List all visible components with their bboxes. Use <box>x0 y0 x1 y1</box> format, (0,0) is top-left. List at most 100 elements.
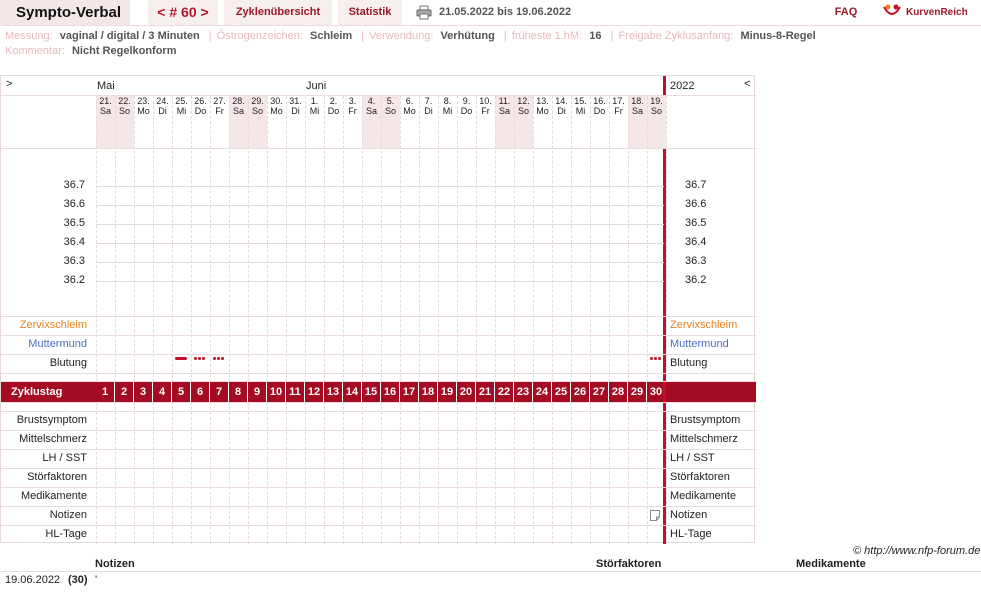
day-header[interactable]: 25. Mi <box>172 96 191 116</box>
row-label-right: Störfaktoren <box>670 471 730 483</box>
day-header[interactable]: 12. So <box>514 96 533 116</box>
note-icon[interactable] <box>650 510 660 521</box>
day-number: 31. <box>289 96 302 106</box>
day-header[interactable]: 30. Mo <box>267 96 286 116</box>
kommentar-value: Nicht Regelkonform <box>71 45 177 57</box>
day-header[interactable]: 15. Mi <box>571 96 590 116</box>
bleeding-dot-marker <box>221 357 224 360</box>
temperature-gridline <box>96 205 664 206</box>
temperature-label: 36.3 <box>685 255 707 267</box>
day-header[interactable]: 13. Mo <box>533 96 552 116</box>
chart-nav-left[interactable]: > <box>6 78 12 90</box>
freigabe-value: Minus-8-Regel <box>740 30 816 42</box>
month-label: Juni <box>306 80 327 92</box>
weekday: Sa <box>631 106 643 116</box>
grid-column <box>172 96 173 382</box>
row-divider <box>1 354 756 355</box>
weekday: So <box>517 106 529 116</box>
grid-column <box>172 402 173 544</box>
day-header[interactable]: 23. Mo <box>134 96 153 116</box>
row-label-left: Muttermund <box>28 338 87 350</box>
tab-cycle-overview[interactable]: Zyklenübersicht <box>224 0 332 25</box>
day-header[interactable]: 1. Mi <box>305 96 324 116</box>
tab-statistics[interactable]: Statistik <box>338 0 402 25</box>
cycle-day-number: 1 <box>96 382 115 402</box>
grid-column <box>400 96 401 382</box>
day-header[interactable]: 7. Di <box>419 96 438 116</box>
day-header[interactable]: 3. Fr <box>343 96 362 116</box>
grid-column <box>153 96 154 382</box>
temperature-label: 36.5 <box>685 217 707 229</box>
separator: | <box>503 30 507 42</box>
chart-nav-right[interactable]: < <box>744 78 750 90</box>
day-header[interactable]: 18. Sa <box>628 96 647 116</box>
footer-divider <box>0 571 981 572</box>
footer-row-date: 19.06.2022 <box>5 574 61 586</box>
day-header[interactable]: 31. Di <box>286 96 305 116</box>
day-header[interactable]: 22. So <box>115 96 134 116</box>
faq-link[interactable]: FAQ <box>826 0 866 25</box>
day-header[interactable]: 28. Sa <box>229 96 248 116</box>
info-line-1: Messung: vaginal / digital / 3 Minuten |… <box>5 30 820 42</box>
grid-column <box>628 402 629 544</box>
temperature-gridline <box>96 243 664 244</box>
grid-column <box>324 96 325 382</box>
grid-column <box>286 96 287 382</box>
day-header[interactable]: 5. So <box>381 96 400 116</box>
weekday: Fr <box>481 106 490 116</box>
day-header[interactable]: 14. Di <box>552 96 571 116</box>
cycle-day-number: 22 <box>495 382 514 402</box>
day-number: 25. <box>175 96 188 106</box>
cycle-navigation[interactable]: < # 60 > <box>148 0 218 25</box>
day-number: 11. <box>498 96 511 106</box>
cycle-day-number: 14 <box>343 382 362 402</box>
day-number: 7. <box>424 96 433 106</box>
grid-column <box>666 402 667 544</box>
freigabe-label: Freigabe Zyklusanfang: <box>618 30 734 42</box>
cycle-day-number: 17 <box>400 382 419 402</box>
bleeding-dot-marker <box>658 357 661 360</box>
day-header[interactable]: 21. Sa <box>96 96 115 116</box>
day-number: 18. <box>631 96 644 106</box>
cycle-day-number: 15 <box>362 382 381 402</box>
day-header[interactable]: 8. Mi <box>438 96 457 116</box>
day-header[interactable]: 24. Di <box>153 96 172 116</box>
grid-column <box>115 402 116 544</box>
day-number: 17. <box>612 96 625 106</box>
day-header[interactable]: 10. Fr <box>476 96 495 116</box>
footer-col-notes: Notizen <box>95 558 135 570</box>
weekday: So <box>118 106 130 116</box>
day-header[interactable]: 19. So <box>647 96 666 116</box>
weekday: So <box>650 106 662 116</box>
day-header[interactable]: 26. Do <box>191 96 210 116</box>
weekday: Mo <box>270 106 283 116</box>
cycle-day-number: 23 <box>514 382 533 402</box>
weekday: Sa <box>232 106 244 116</box>
day-header[interactable]: 29. So <box>248 96 267 116</box>
row-divider <box>1 468 756 469</box>
temperature-gridline <box>96 224 664 225</box>
messung-label: Messung: <box>5 30 53 42</box>
day-header[interactable]: 11. Sa <box>495 96 514 116</box>
temperature-gridline <box>96 186 664 187</box>
temperature-label: 36.5 <box>63 217 85 229</box>
day-number: 6. <box>405 96 414 106</box>
temperature-label: 36.3 <box>63 255 85 267</box>
grid-column <box>628 96 629 382</box>
day-header[interactable]: 16. Do <box>590 96 609 116</box>
day-header[interactable]: 27. Fr <box>210 96 229 116</box>
day-header[interactable]: 9. Do <box>457 96 476 116</box>
temperature-gridline <box>96 281 664 282</box>
verwendung-value: Verhütung <box>440 30 495 42</box>
day-number: 14. <box>555 96 568 106</box>
day-header[interactable]: 4. Sa <box>362 96 381 116</box>
temperature-label: 36.2 <box>685 274 707 286</box>
weekday: Fr <box>614 106 623 116</box>
day-header[interactable]: 2. Do <box>324 96 343 116</box>
weekday: So <box>251 106 263 116</box>
day-number: 3. <box>348 96 357 106</box>
weekday: Do <box>194 106 207 116</box>
day-header[interactable]: 17. Fr <box>609 96 628 116</box>
cycle-day-number: 20 <box>457 382 476 402</box>
day-header[interactable]: 6. Mo <box>400 96 419 116</box>
